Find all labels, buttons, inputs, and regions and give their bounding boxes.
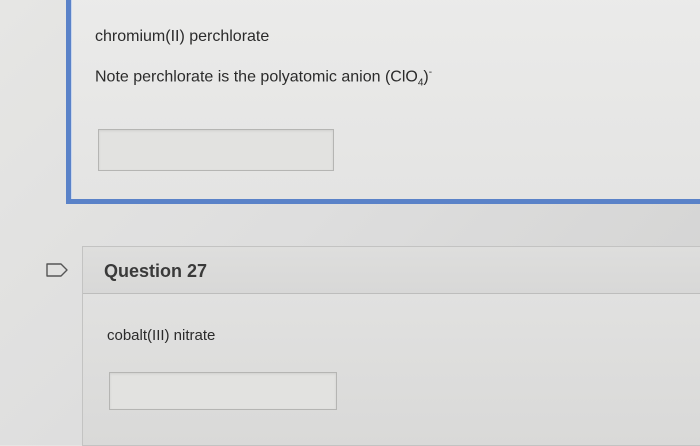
- question-27-panel: Question 27 cobalt(III) nitrate: [82, 246, 700, 446]
- question-note: Note perchlorate is the polyatomic anion…: [95, 67, 432, 89]
- question-text: chromium(II) perchlorate: [95, 28, 270, 45]
- note-text: Note perchlorate is the polyatomic anion…: [95, 68, 418, 86]
- question-body: cobalt(III) nitrate: [83, 294, 700, 445]
- note-superscript: -: [428, 67, 433, 78]
- question-header: Question 27: [83, 247, 700, 294]
- question-title: Question 27: [104, 261, 208, 281]
- flag-outline-icon[interactable]: [46, 263, 68, 277]
- question-26-panel: chromium(II) perchlorate Note perchlorat…: [66, 0, 700, 204]
- answer-input[interactable]: [109, 372, 337, 410]
- question-text: cobalt(III) nitrate: [107, 327, 216, 344]
- answer-input[interactable]: [98, 129, 334, 171]
